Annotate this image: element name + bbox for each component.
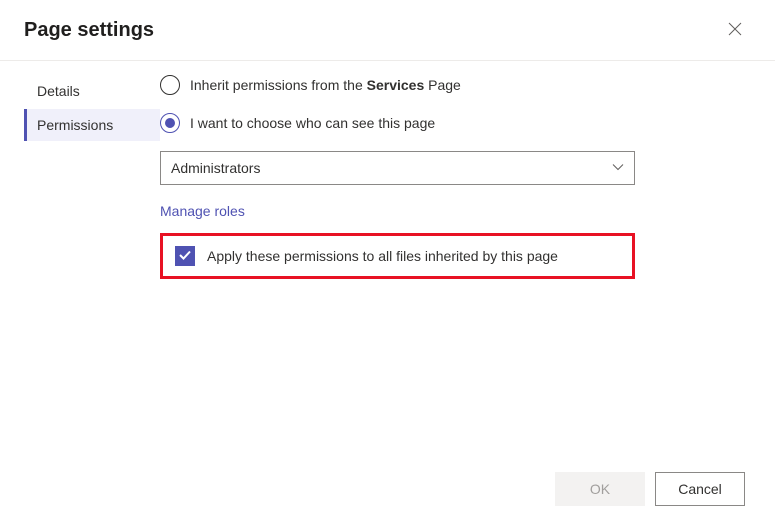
radio-inherit[interactable]: Inherit permissions from the Services Pa… [160, 75, 735, 95]
roles-dropdown[interactable]: Administrators [160, 151, 635, 185]
ok-button[interactable]: OK [555, 472, 645, 506]
dialog-title: Page settings [24, 19, 154, 42]
cancel-button[interactable]: Cancel [655, 472, 745, 506]
radio-inherit-prefix: Inherit permissions from the [190, 77, 367, 93]
radio-icon [160, 75, 180, 95]
sidebar: Details Permissions [0, 75, 160, 520]
sidebar-item-permissions[interactable]: Permissions [24, 109, 160, 141]
page-settings-dialog: Page settings Details Permissions Inheri… [0, 0, 775, 520]
dropdown-value: Administrators [171, 160, 260, 176]
radio-dot-icon [165, 118, 175, 128]
radio-inherit-bold: Services [367, 77, 425, 93]
apply-permissions-highlight: Apply these permissions to all files inh… [160, 233, 635, 279]
content-pane: Inherit permissions from the Services Pa… [160, 75, 775, 520]
apply-permissions-label: Apply these permissions to all files inh… [207, 248, 558, 264]
radio-choose[interactable]: I want to choose who can see this page [160, 113, 735, 133]
sidebar-item-label: Permissions [37, 117, 113, 133]
radio-inherit-suffix: Page [424, 77, 461, 93]
close-icon [728, 22, 742, 39]
close-button[interactable] [719, 14, 751, 46]
dialog-header: Page settings [0, 0, 775, 61]
dialog-body: Details Permissions Inherit permissions … [0, 61, 775, 520]
radio-inherit-label: Inherit permissions from the Services Pa… [190, 77, 461, 93]
sidebar-item-label: Details [37, 83, 80, 99]
checkmark-icon [178, 248, 192, 265]
manage-roles-link[interactable]: Manage roles [160, 203, 245, 219]
chevron-down-icon [612, 160, 624, 176]
dialog-footer: OK Cancel [555, 472, 745, 506]
radio-choose-label: I want to choose who can see this page [190, 115, 435, 131]
radio-icon [160, 113, 180, 133]
apply-permissions-checkbox[interactable] [175, 246, 195, 266]
sidebar-item-details[interactable]: Details [24, 75, 160, 107]
